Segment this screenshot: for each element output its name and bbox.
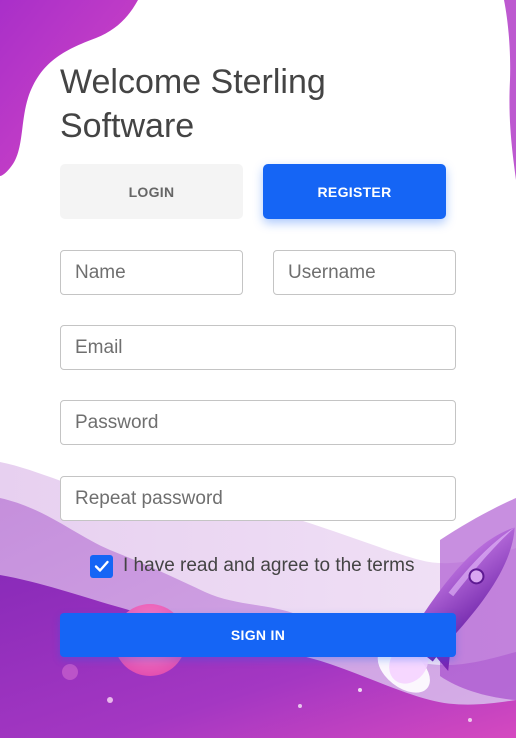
terms-row: I have read and agree to the terms [90,553,415,579]
email-field[interactable] [60,325,456,370]
tab-register[interactable]: REGISTER [263,164,446,219]
page-title: Welcome Sterling Software [60,63,326,145]
register-form: Welcome Sterling Software LOGIN REGISTER… [0,0,516,738]
terms-checkbox[interactable] [90,554,113,578]
repeat-password-field[interactable] [60,476,456,521]
terms-label: I have read and agree to the terms [123,555,415,576]
sign-in-button[interactable]: SIGN IN [60,613,456,657]
username-field[interactable] [273,250,456,295]
register-card: Welcome Sterling Software LOGIN REGISTER… [0,0,516,738]
check-icon [94,560,109,572]
tab-login[interactable]: LOGIN [60,164,243,219]
password-field[interactable] [60,400,456,445]
name-field[interactable] [60,250,243,295]
